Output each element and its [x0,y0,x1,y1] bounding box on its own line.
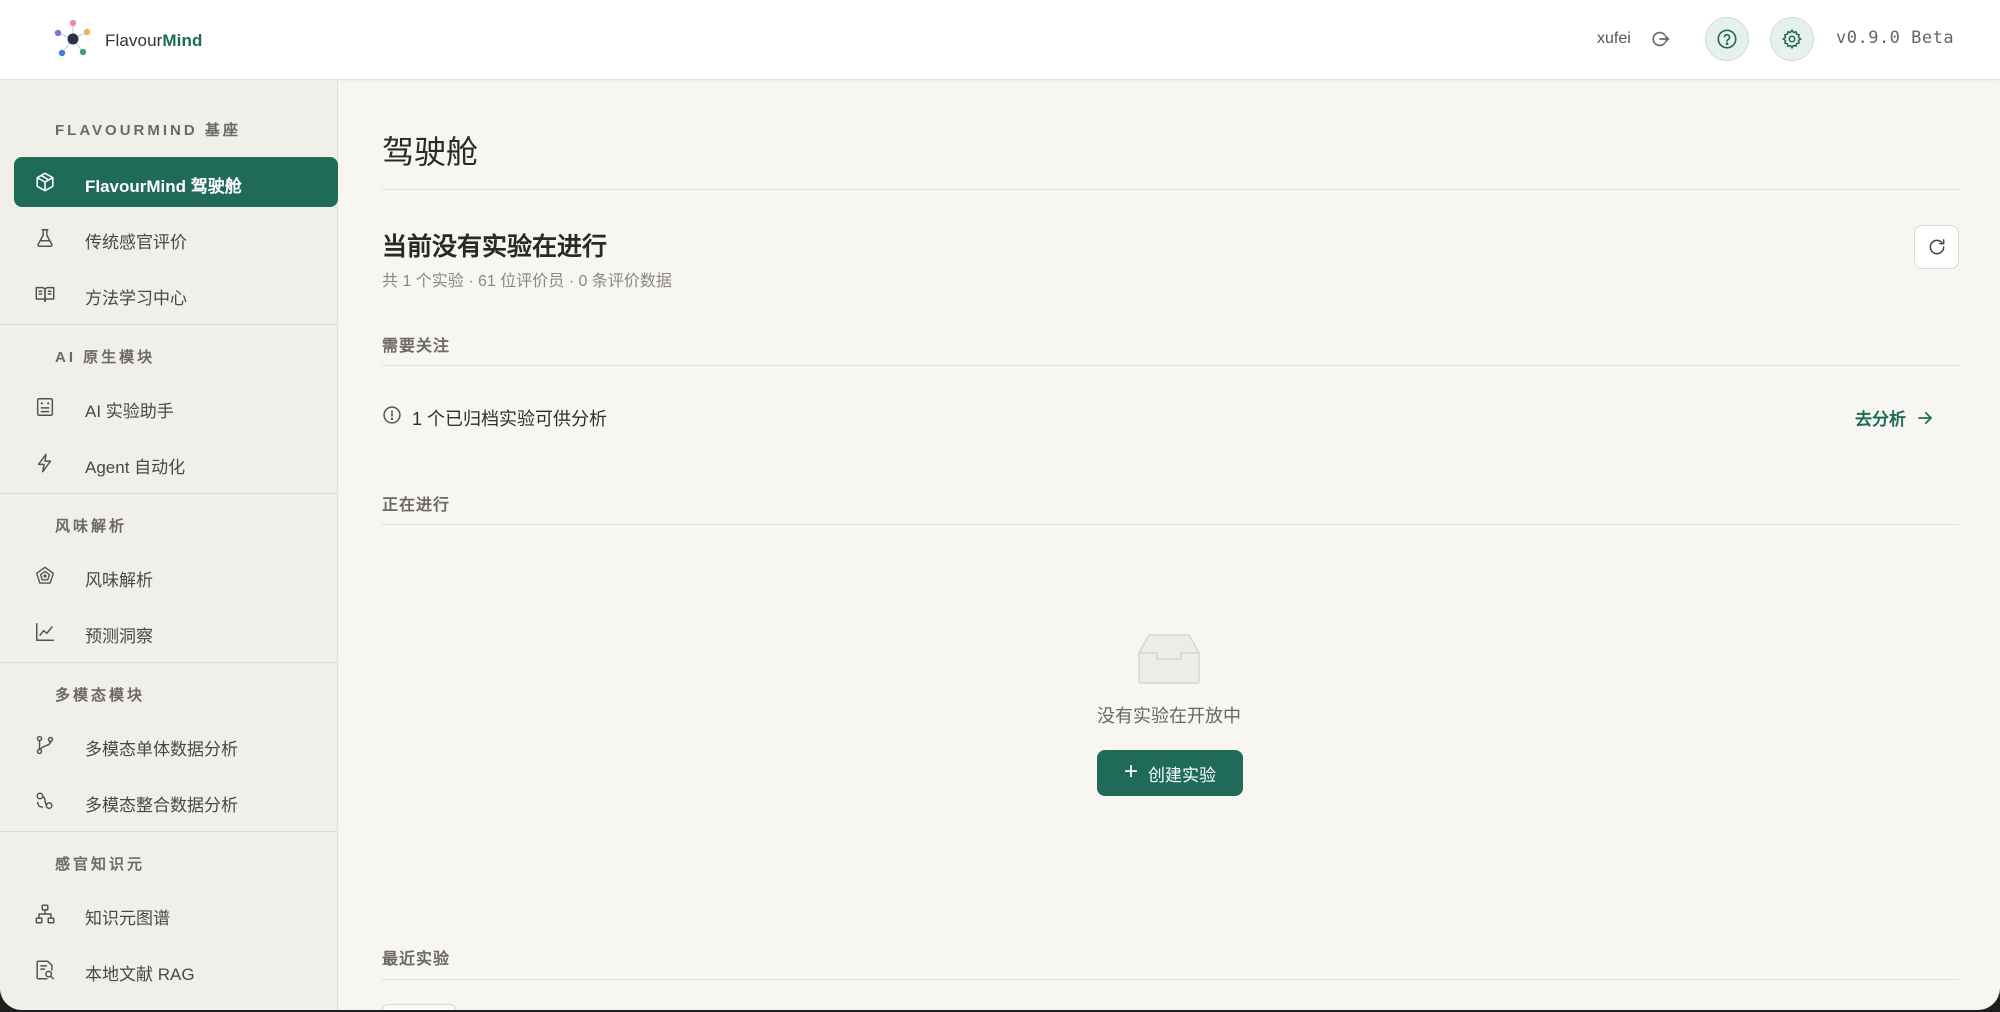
sidebar-item-traditional-sensory[interactable]: 传统感官评价 [14,213,338,263]
logout-icon[interactable] [1649,28,1671,50]
sidebar-item-label: 风味解析 [85,571,153,590]
archived-alert-text: 1 个已归档实验可供分析 [412,409,608,429]
flavourmind-logo-icon[interactable] [52,18,94,60]
radar-icon [36,566,54,584]
doc-search-icon [36,960,54,980]
flask-icon [37,229,53,247]
sidebar-item-label: 知识元图谱 [85,909,170,928]
merge-icon [36,792,53,810]
sidebar-item-label: 多模态整合数据分析 [85,796,238,815]
sidebar-section-title: FLAVOURMIND 基座 [55,122,241,139]
recent-heading: 最近实验 [382,951,451,968]
create-experiment-label: 创建实验 [1148,765,1216,785]
refresh-button[interactable] [1914,225,1959,269]
sidebar-item-ai-assistant[interactable]: AI 实验助手 [14,382,338,432]
sidebar-section-title: 感官知识元 [55,856,146,873]
sidebar-item-label: FlavourMind 驾驶舱 [85,177,242,196]
cube-icon [36,172,54,192]
settings-button[interactable] [1770,17,1814,61]
sidebar-item-cockpit[interactable]: FlavourMind 驾驶舱 [14,157,338,207]
sidebar-item-multimodal-integrated[interactable]: 多模态整合数据分析 [14,776,338,826]
sidebar-section-title: 风味解析 [55,518,128,535]
book-icon [35,286,55,303]
app-window: FlavourMind xufei v0.9.0 Beta FLAVOURMIN… [0,0,2000,1010]
top-bar: FlavourMind xufei v0.9.0 Beta [0,0,2000,80]
help-button[interactable] [1705,17,1749,61]
sidebar-item-methods[interactable]: 方法学习中心 [14,269,338,319]
sidebar-divider [0,493,338,494]
username: xufei [1597,30,1631,47]
sidebar-item-local-rag[interactable]: 本地文献 RAG [14,945,338,995]
bot-icon [36,398,54,416]
analyze-link[interactable]: 去分析 [1855,405,1934,430]
sidebar-divider [0,662,338,663]
git-branch-icon [36,735,54,755]
divider [382,524,1959,525]
sidebar-section-title: AI 原生模块 [55,349,156,366]
page-title: 驾驶舱 [382,133,479,171]
gear-icon [1781,28,1802,50]
line-chart-icon [36,623,54,641]
main-content: 驾驶舱 当前没有实验在进行 共 1 个实验 · 61 位评价员 · 0 条评价数… [339,80,2000,1010]
version-label: v0.9.0 Beta [1836,28,1955,48]
arrow-right-icon [1918,411,1932,424]
ongoing-heading: 正在进行 [382,497,451,514]
sidebar-section-title: 多模态模块 [55,687,146,704]
sidebar-item-label: 本地文献 RAG [85,965,195,984]
sidebar-item-label: 传统感官评价 [85,233,187,252]
sidebar-divider [0,324,338,325]
sidebar-item-flavor-analysis[interactable]: 风味解析 [14,551,338,601]
empty-state-text: 没有实验在开放中 [1097,706,1241,726]
analyze-link-label: 去分析 [1855,410,1906,429]
sidebar: FLAVOURMIND 基座 FlavourMind 驾驶舱 传统感官评价 方法… [0,80,338,1010]
sidebar-item-label: 多模态单体数据分析 [85,740,238,759]
sidebar-item-label: 预测洞察 [85,627,153,646]
divider [382,365,1959,366]
refresh-icon [1929,239,1944,255]
inbox-icon [1138,634,1200,684]
alert-circle-icon [383,406,401,424]
sidebar-item-multimodal-single[interactable]: 多模态单体数据分析 [14,720,338,770]
help-circle-icon [1717,29,1737,49]
plus-icon: + [1123,758,1138,785]
recent-experiment-card[interactable] [382,1004,456,1010]
divider [382,979,1959,980]
attention-heading: 需要关注 [382,338,451,355]
sidebar-divider [0,831,338,832]
experiment-summary: 共 1 个实验 · 61 位评价员 · 0 条评价数据 [382,273,672,290]
network-icon [35,904,55,924]
sidebar-item-label: Agent 自动化 [85,458,186,477]
sidebar-item-knowledge-graph[interactable]: 知识元图谱 [14,889,338,939]
brand-name: FlavourMind [105,31,203,50]
divider [382,189,1959,190]
sidebar-item-label: AI 实验助手 [85,402,174,421]
sidebar-item-label: 方法学习中心 [85,289,187,308]
sidebar-item-agent-automation[interactable]: Agent 自动化 [14,438,338,488]
create-experiment-button[interactable]: + 创建实验 [1097,750,1243,796]
experiment-status-title: 当前没有实验在进行 [382,232,608,261]
lightning-icon [37,453,52,473]
sidebar-item-prediction[interactable]: 预测洞察 [14,607,338,657]
